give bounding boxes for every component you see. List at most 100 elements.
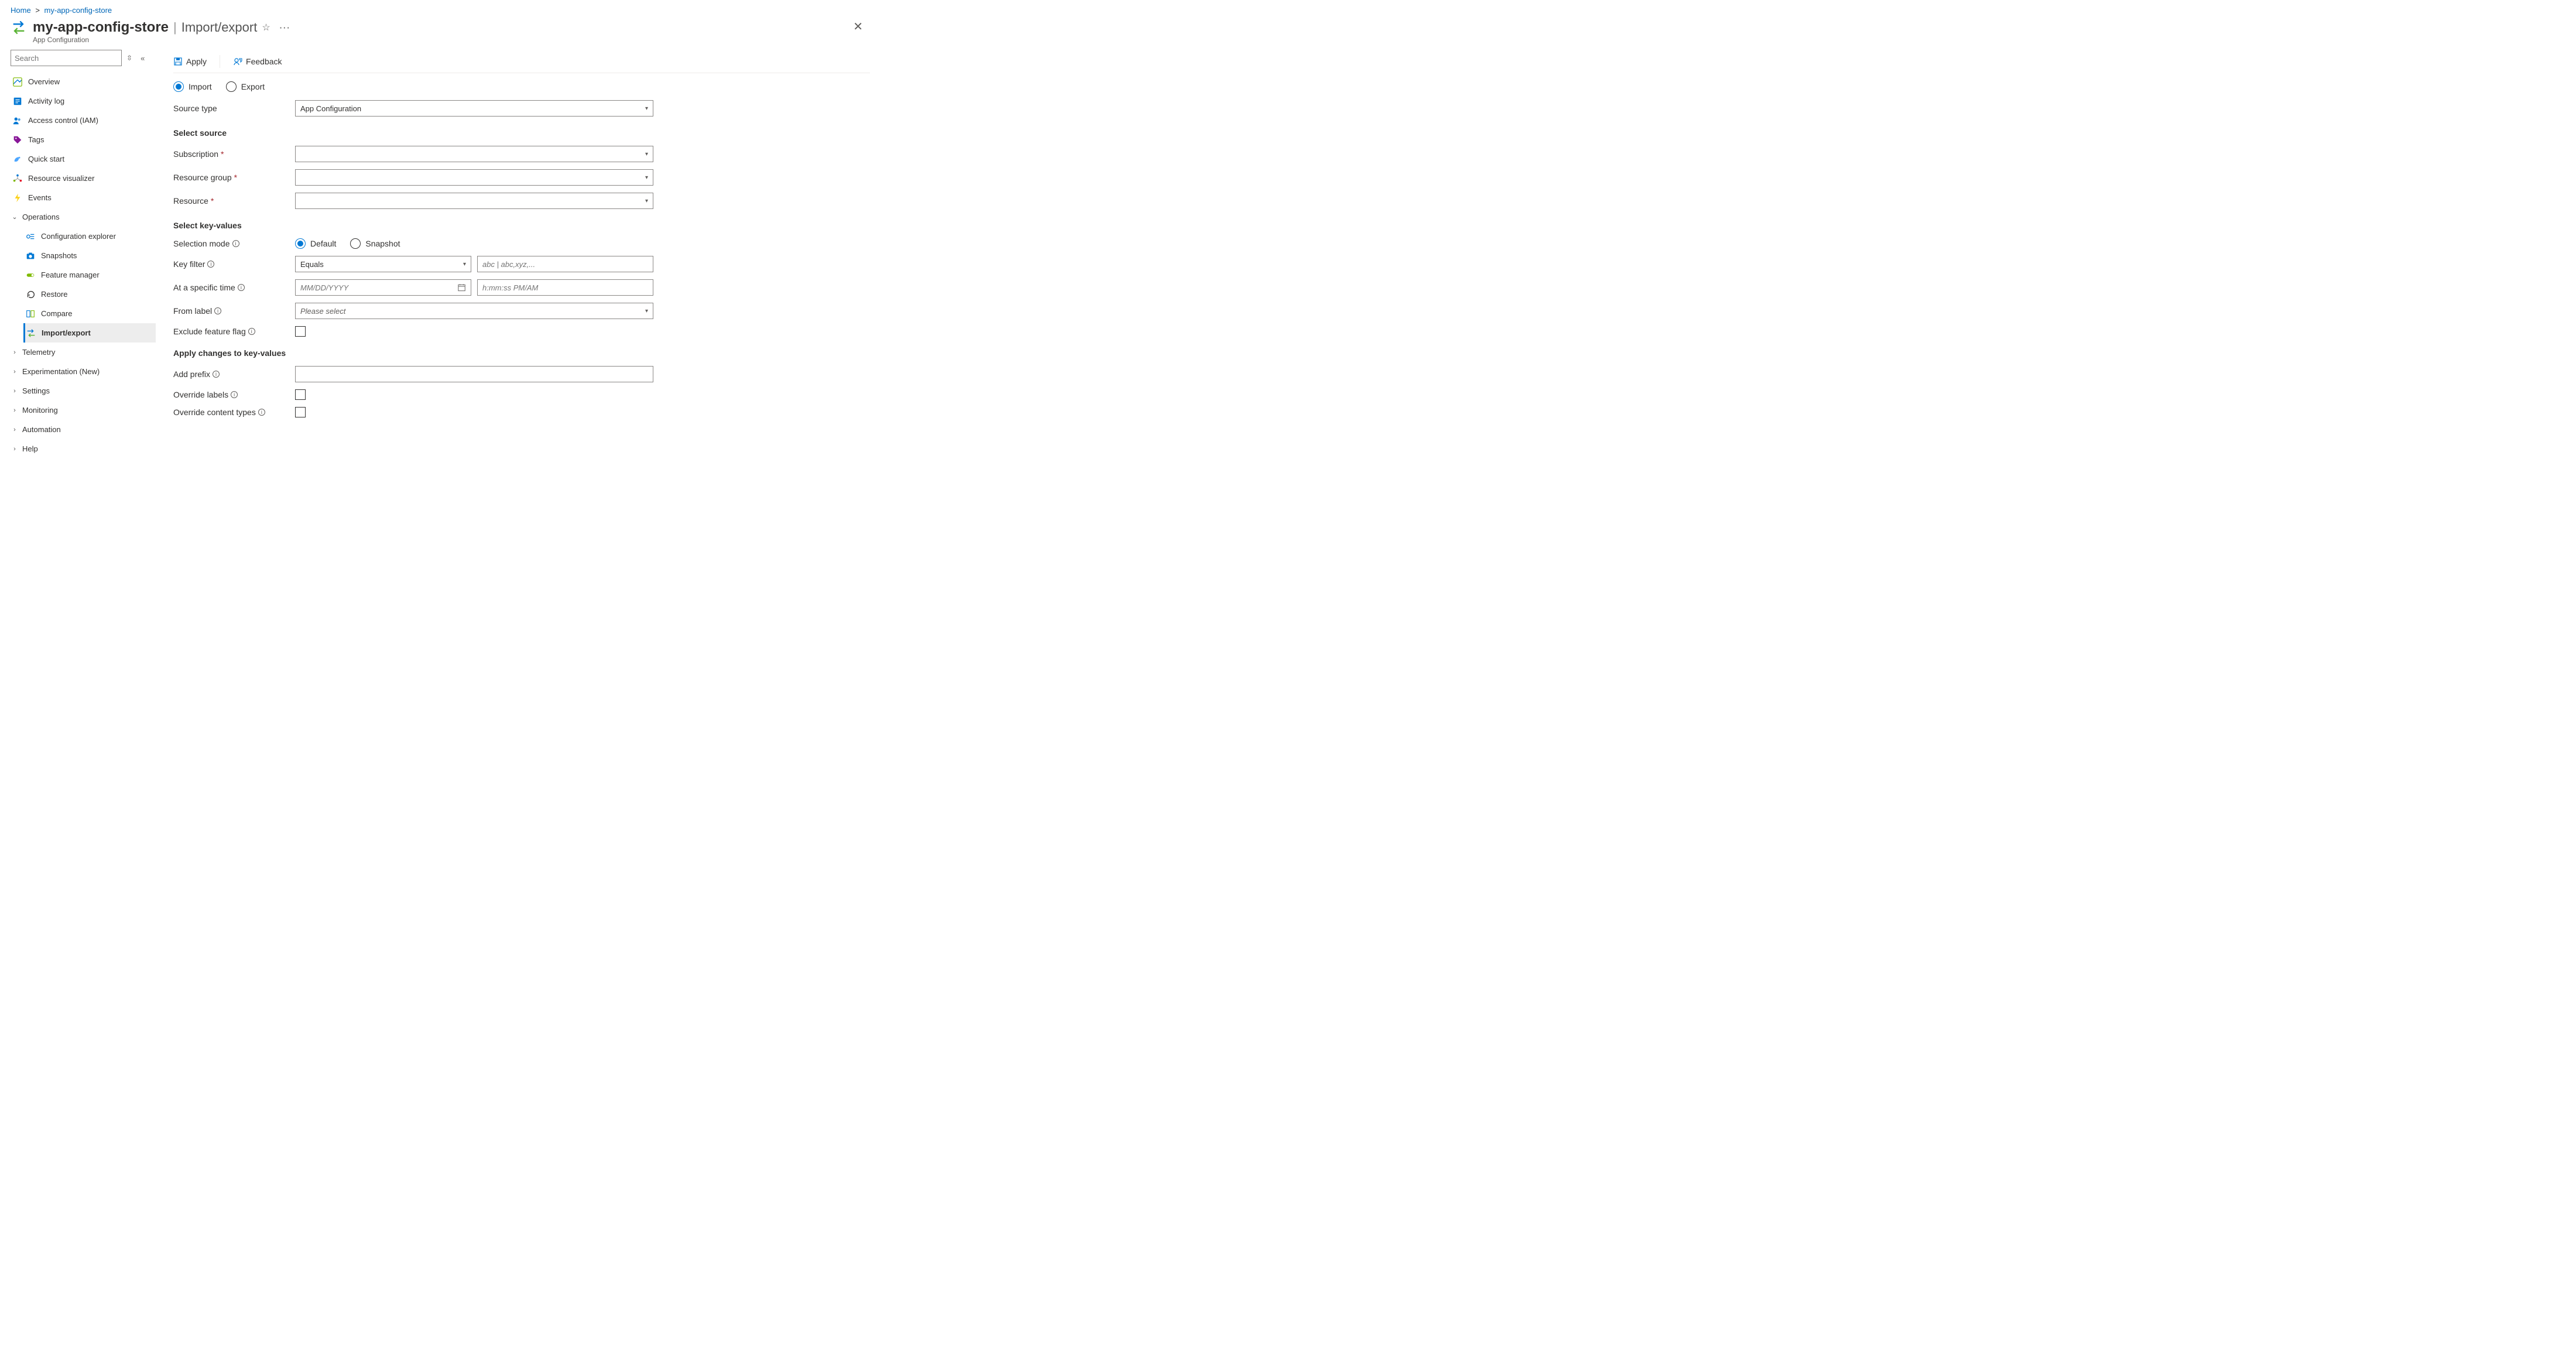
sidebar-item-resource-visualizer[interactable]: Resource visualizer (11, 169, 156, 188)
pin-icon[interactable]: ☆ (262, 22, 270, 33)
page-subtitle: App Configuration (33, 36, 291, 44)
main-content: Apply Feedback Import Export (156, 50, 878, 458)
mode-export-label: Export (241, 82, 265, 91)
override-labels-checkbox[interactable] (295, 389, 306, 400)
sidebar-group-experimentation[interactable]: ›Experimentation (New) (11, 362, 156, 381)
apply-label: Apply (186, 57, 207, 66)
exclude-feature-flag-checkbox[interactable] (295, 326, 306, 337)
sidebar-item-activity-log[interactable]: Activity log (11, 91, 156, 111)
mode-radio-group: Import Export (173, 81, 870, 92)
sidebar-item-access-control[interactable]: Access control (IAM) (11, 111, 156, 130)
selection-mode-label: Selection modei (173, 239, 295, 248)
chevron-down-icon: ⌄ (11, 213, 19, 221)
resource-group-select[interactable]: ▾ (295, 169, 653, 186)
override-labels-label: Override labelsi (173, 390, 295, 399)
override-content-types-label: Override content typesi (173, 408, 295, 417)
save-icon (173, 57, 183, 66)
page-header: my-app-config-store | Import/export ☆ ··… (0, 17, 878, 50)
sidebar-item-configuration-explorer[interactable]: Configuration explorer (23, 227, 156, 246)
sidebar-group-telemetry[interactable]: ›Telemetry (11, 343, 156, 362)
mode-import-radio[interactable]: Import (173, 81, 212, 92)
activity-log-icon (12, 95, 23, 107)
key-filter-value-input[interactable] (477, 256, 653, 272)
info-icon[interactable]: i (232, 240, 239, 247)
sidebar-group-label: Settings (22, 386, 50, 395)
sidebar-item-overview[interactable]: Overview (11, 72, 156, 91)
chevron-down-icon: ▾ (645, 105, 648, 112)
sidebar-group-monitoring[interactable]: ›Monitoring (11, 400, 156, 420)
search-input[interactable] (15, 54, 118, 63)
date-input[interactable] (295, 279, 471, 296)
chevron-down-icon: ▾ (463, 261, 466, 268)
chevron-right-icon: › (11, 368, 19, 376)
hide-sidebar-icon[interactable]: « (141, 54, 145, 63)
sidebar-item-restore[interactable]: Restore (23, 285, 156, 304)
key-filter-label: Key filteri (173, 259, 295, 269)
select-source-heading: Select source (173, 128, 870, 138)
subscription-select[interactable]: ▾ (295, 146, 653, 162)
add-prefix-input[interactable] (295, 366, 653, 382)
source-type-value: App Configuration (300, 104, 361, 113)
sidebar-group-help[interactable]: ›Help (11, 439, 156, 458)
sidebar-item-feature-manager[interactable]: Feature manager (23, 265, 156, 285)
sidebar-item-label: Resource visualizer (28, 174, 94, 183)
page-title: my-app-config-store (33, 19, 169, 36)
sidebar-item-compare[interactable]: Compare (23, 304, 156, 323)
sidebar-item-tags[interactable]: Tags (11, 130, 156, 149)
feedback-icon (233, 57, 242, 66)
chevron-down-icon: ▾ (645, 308, 648, 314)
import-export-icon (11, 19, 27, 36)
info-icon[interactable]: i (213, 371, 220, 378)
selection-mode-snapshot-radio[interactable]: Snapshot (350, 238, 400, 249)
add-prefix-label: Add prefixi (173, 369, 295, 379)
info-icon[interactable]: i (231, 391, 238, 398)
sidebar-item-import-export[interactable]: Import/export (23, 323, 156, 343)
mode-export-radio[interactable]: Export (226, 81, 265, 92)
resource-select[interactable]: ▾ (295, 193, 653, 209)
configuration-explorer-icon (25, 231, 36, 242)
apply-button[interactable]: Apply (173, 57, 207, 66)
info-icon[interactable]: i (258, 409, 265, 416)
breadcrumb-home[interactable]: Home (11, 6, 31, 15)
selection-mode-default-radio[interactable]: Default (295, 238, 336, 249)
info-icon[interactable]: i (238, 284, 245, 291)
sidebar-search[interactable] (11, 50, 122, 66)
access-control-icon (12, 115, 23, 126)
more-icon[interactable]: ··· (280, 23, 291, 32)
feedback-button[interactable]: Feedback (233, 57, 282, 66)
sidebar-item-label: Feature manager (41, 271, 100, 279)
from-label-placeholder: Please select (300, 307, 345, 316)
sidebar-item-snapshots[interactable]: Snapshots (23, 246, 156, 265)
from-label-select[interactable]: Please select ▾ (295, 303, 653, 319)
breadcrumb-resource[interactable]: my-app-config-store (44, 6, 112, 15)
override-content-types-checkbox[interactable] (295, 407, 306, 417)
sidebar-group-label: Help (22, 444, 38, 453)
at-specific-time-label: At a specific timei (173, 283, 295, 292)
source-type-select[interactable]: App Configuration ▾ (295, 100, 653, 117)
sidebar-group-operations[interactable]: ⌄ Operations (11, 207, 156, 227)
chevron-right-icon: › (11, 348, 19, 357)
sidebar-item-label: Snapshots (41, 251, 77, 260)
sidebar-item-label: Restore (41, 290, 68, 299)
close-button[interactable]: ✕ (848, 19, 868, 34)
subscription-label: Subscription* (173, 149, 295, 159)
sidebar-item-label: Tags (28, 135, 44, 144)
exclude-feature-flag-label: Exclude feature flagi (173, 327, 295, 336)
expand-collapse-icon[interactable]: ⇳ (126, 54, 132, 62)
sidebar-item-label: Access control (IAM) (28, 116, 98, 125)
sidebar-group-label: Telemetry (22, 348, 55, 357)
chevron-right-icon: › (11, 445, 19, 453)
info-icon[interactable]: i (248, 328, 255, 335)
select-key-values-heading: Select key-values (173, 221, 870, 230)
quick-start-icon (12, 153, 23, 165)
info-icon[interactable]: i (214, 307, 221, 314)
sidebar-item-events[interactable]: Events (11, 188, 156, 207)
sidebar-group-automation[interactable]: ›Automation (11, 420, 156, 439)
key-filter-operator-select[interactable]: Equals▾ (295, 256, 471, 272)
sidebar-item-quick-start[interactable]: Quick start (11, 149, 156, 169)
time-input[interactable] (477, 279, 653, 296)
info-icon[interactable]: i (207, 261, 214, 268)
sidebar-item-label: Events (28, 193, 52, 202)
sidebar-group-settings[interactable]: ›Settings (11, 381, 156, 400)
sidebar-item-label: Activity log (28, 97, 64, 105)
